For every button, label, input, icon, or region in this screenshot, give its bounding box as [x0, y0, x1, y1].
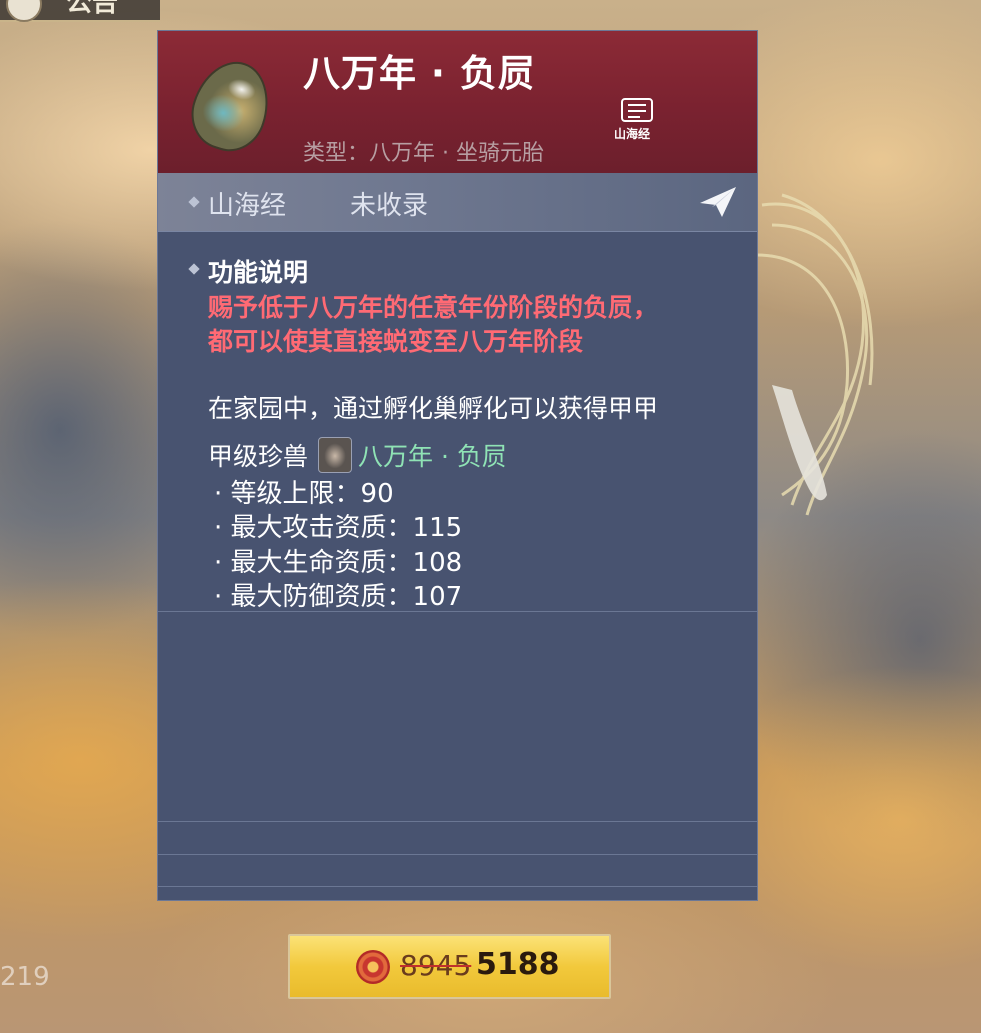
collection-status: 未收录 — [350, 191, 429, 221]
mount-embryo-egg-icon — [181, 51, 281, 161]
mount-illustration — [756, 193, 874, 516]
stat-max-defense: · 最大防御资质：107 — [214, 582, 463, 612]
card-header: 八万年 · 负屃 类型：八万年 · 坐骑元胎 山海经 — [158, 31, 757, 173]
pet-grade-line: 甲级珍兽 八万年 · 负屃 — [208, 437, 507, 473]
currency-coin-icon — [356, 950, 390, 984]
buy-button[interactable]: 8945 5188 — [288, 934, 611, 999]
stat-max-hp: · 最大生命资质：108 — [214, 548, 463, 578]
paper-plane-share-icon[interactable] — [698, 185, 738, 219]
notice-tab[interactable]: 公告 — [0, 0, 160, 22]
item-type: 类型：八万年 · 坐骑元胎 — [303, 141, 544, 166]
collection-bar: 山海经 未收录 — [158, 173, 757, 232]
item-detail-card: 八万年 · 负屃 类型：八万年 · 坐骑元胎 山海经 山海经 未收录 功能说明 … — [157, 30, 758, 901]
divider — [158, 854, 757, 855]
divider — [158, 611, 757, 612]
function-title: 功能说明 — [208, 258, 309, 287]
collection-name[interactable]: 山海经 — [208, 185, 286, 222]
notice-label: 公告 — [66, 0, 119, 18]
function-highlight-line2: 都可以使其直接蜕变至八万年阶段 — [208, 327, 584, 356]
stat-level-cap: · 等级上限：90 — [214, 479, 394, 509]
original-price: 8945 — [400, 949, 472, 982]
grade-label: 甲级珍兽 — [208, 442, 309, 471]
function-description: 在家园中，通过孵化巢孵化可以获得甲甲 — [208, 394, 659, 423]
divider — [158, 886, 757, 887]
stat-max-attack: · 最大攻击资质：115 — [214, 513, 463, 543]
pet-name-link[interactable]: 八万年 · 负屃 — [358, 437, 507, 473]
collection-icon-label: 山海经 — [614, 127, 651, 141]
diamond-bullet-icon — [188, 196, 200, 208]
side-counter: 219 — [0, 962, 50, 992]
sale-price: 5188 — [476, 947, 560, 982]
function-highlight-line1: 赐予低于八万年的任意年份阶段的负屃， — [208, 293, 659, 322]
divider — [158, 821, 757, 822]
scroll-book-icon[interactable] — [618, 95, 656, 125]
item-title: 八万年 · 负屃 — [303, 52, 536, 95]
pet-avatar — [318, 437, 353, 473]
diamond-bullet-icon — [188, 263, 200, 275]
book-icon — [6, 0, 42, 22]
